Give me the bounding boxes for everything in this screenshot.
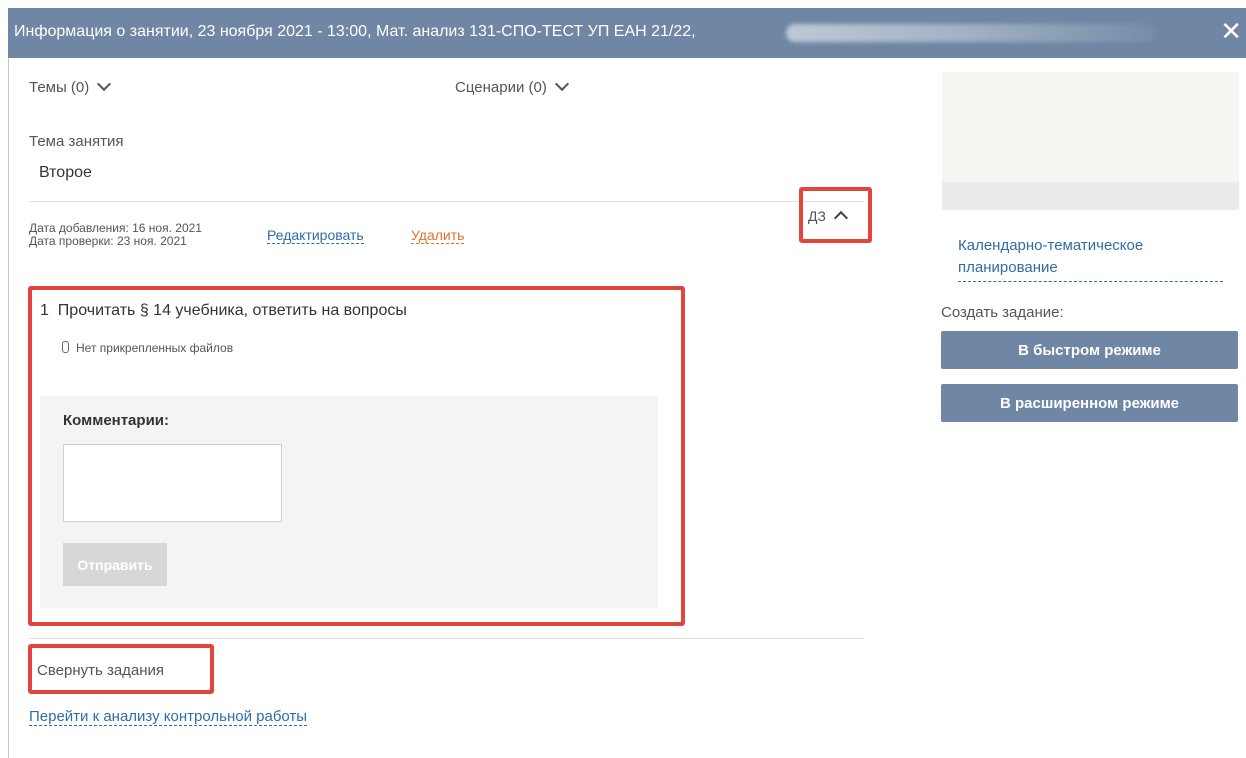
redacted-blur — [786, 24, 1156, 42]
divider — [29, 201, 864, 202]
preview-strip — [942, 182, 1239, 210]
chevron-down-icon — [554, 76, 569, 92]
homework-dates: Дата добавления: 16 ноя. 2021 Дата прове… — [29, 222, 202, 248]
lesson-topic-label: Тема занятия — [29, 133, 124, 150]
highlight-box — [28, 644, 214, 694]
divider — [29, 638, 864, 639]
scenarios-dropdown[interactable]: Сценарии (0) — [455, 76, 569, 96]
dialog-title: Информация о занятии, 23 ноября 2021 - 1… — [14, 23, 696, 40]
scenarios-label: Сценарии (0) — [455, 79, 547, 96]
topics-label: Темы (0) — [29, 79, 90, 96]
test-analysis-link[interactable]: Перейти к анализу контрольной работы — [29, 708, 308, 726]
quick-mode-button[interactable]: В быстром режиме — [941, 331, 1238, 369]
planning-link[interactable]: Календарно-тематическое планирование — [958, 235, 1223, 282]
topics-dropdown[interactable]: Темы (0) — [29, 76, 112, 96]
create-task-label: Создать задание: — [941, 304, 1064, 321]
dialog-header: Информация о занятии, 23 ноября 2021 - 1… — [8, 8, 1246, 58]
highlight-box — [28, 286, 685, 626]
date-checked: Дата проверки: 23 ноя. 2021 — [29, 234, 187, 248]
extended-mode-button[interactable]: В расширенном режиме — [941, 384, 1238, 422]
edit-link[interactable]: Редактировать — [267, 227, 364, 244]
delete-link[interactable]: Удалить — [411, 227, 465, 244]
close-icon[interactable]: ✕ — [1220, 18, 1242, 44]
lesson-topic-value: Второе — [39, 164, 92, 181]
chevron-down-icon — [97, 76, 112, 92]
highlight-box — [799, 187, 872, 243]
